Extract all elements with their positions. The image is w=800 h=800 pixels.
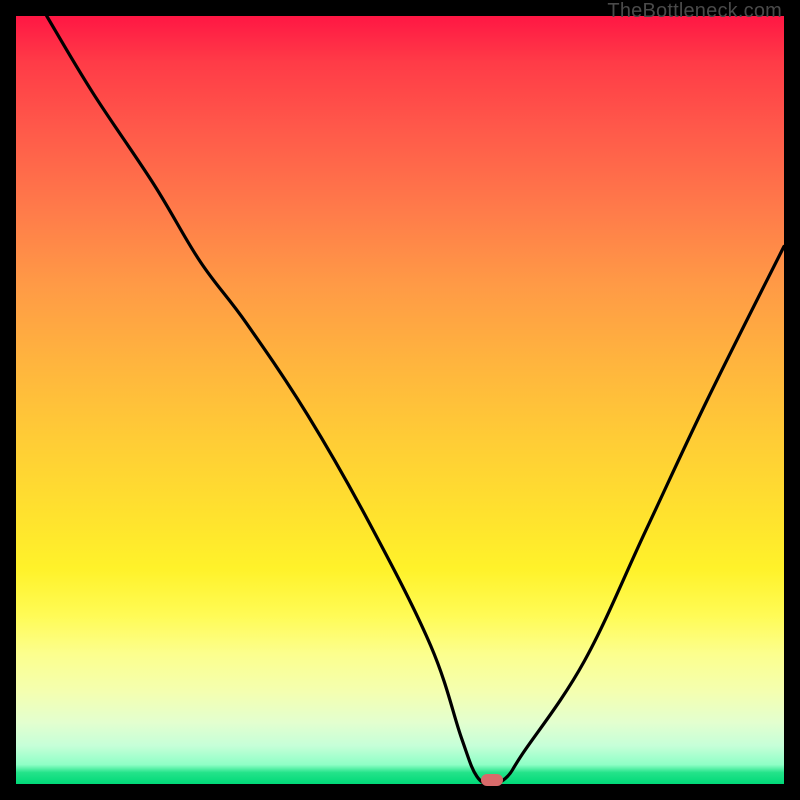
plot-gradient-background — [16, 16, 784, 784]
valley-marker — [481, 774, 503, 786]
chart-frame: TheBottleneck.com — [0, 0, 800, 800]
watermark-label: TheBottleneck.com — [607, 0, 782, 23]
